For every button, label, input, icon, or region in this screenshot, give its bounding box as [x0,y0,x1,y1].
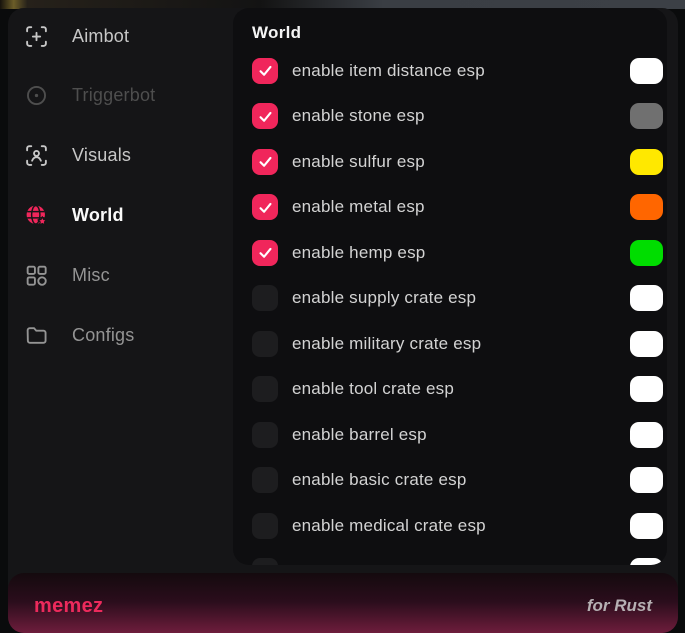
sidebar-item-label: Configs [72,325,134,346]
checkbox-label: enable stone esp [292,106,425,126]
setting-row: enable supply crate esp [252,276,663,322]
setting-row: enable basic crate esp [252,458,663,504]
brand-tagline: for Rust [587,596,652,616]
color-swatch[interactable] [630,103,663,129]
globe-pin-icon [24,203,49,228]
panel-title: World [252,20,663,48]
setting-row: enable item distance esp [252,48,663,94]
settings-panel: World enable item distance esp enable st… [233,8,667,565]
checkbox-label: enable tool crate esp [292,379,454,399]
folder-icon [24,323,49,348]
checkbox[interactable] [252,558,278,565]
checkbox[interactable] [252,376,278,402]
color-swatch[interactable] [630,240,663,266]
person-scan-icon [24,143,49,168]
checkbox-label: enable barrel esp [292,425,427,445]
color-swatch[interactable] [630,331,663,357]
checkbox[interactable] [252,58,278,84]
setting-row: enable sulfur esp [252,139,663,185]
brand-name: memez [34,595,103,618]
checkmark-icon [257,244,274,261]
checkbox-label: enable sulfur esp [292,152,425,172]
setting-row: enable hemp esp [252,230,663,276]
checkbox[interactable] [252,240,278,266]
sidebar-item-label: Triggerbot [72,85,155,106]
sidebar-item-misc[interactable]: Misc [8,255,233,295]
setting-row: enable barrel esp [252,412,663,458]
setting-row [252,549,663,566]
checkbox[interactable] [252,513,278,539]
sidebar-item-configs[interactable]: Configs [8,315,233,355]
sidebar-item-triggerbot[interactable]: Triggerbot [8,75,233,115]
sidebar-item-label: Misc [72,265,110,286]
checkbox[interactable] [252,103,278,129]
sidebar-item-label: Visuals [72,145,131,166]
target-circle-icon [24,83,49,108]
checkmark-icon [257,199,274,216]
checkbox[interactable] [252,285,278,311]
checkbox[interactable] [252,194,278,220]
sidebar-item-aimbot[interactable]: Aimbot [8,16,233,56]
color-swatch[interactable] [630,513,663,539]
setting-row: enable military crate esp [252,321,663,367]
checkbox[interactable] [252,467,278,493]
checkmark-icon [257,62,274,79]
checkmark-icon [257,108,274,125]
checkmark-icon [257,153,274,170]
sidebar-item-visuals[interactable]: Visuals [8,135,233,175]
color-swatch[interactable] [630,422,663,448]
color-swatch[interactable] [630,467,663,493]
sidebar-item-world[interactable]: World [8,195,233,235]
footer-bar: memez for Rust [8,573,678,633]
color-swatch[interactable] [630,376,663,402]
checkbox-label: enable metal esp [292,197,425,217]
settings-rows: enable item distance esp enable stone es… [252,48,663,565]
sidebar-item-label: Aimbot [72,26,129,47]
checkbox[interactable] [252,149,278,175]
color-swatch[interactable] [630,194,663,220]
setting-row: enable medical crate esp [252,503,663,549]
checkbox-label: enable basic crate esp [292,470,467,490]
grid-shapes-icon [24,263,49,288]
checkbox[interactable] [252,422,278,448]
checkbox-label: enable item distance esp [292,61,485,81]
checkbox-label: enable military crate esp [292,334,481,354]
checkbox-label: enable medical crate esp [292,516,486,536]
color-swatch[interactable] [630,558,663,565]
checkbox[interactable] [252,331,278,357]
crosshair-scan-icon [24,24,49,49]
color-swatch[interactable] [630,149,663,175]
setting-row: enable stone esp [252,94,663,140]
checkbox-label: enable hemp esp [292,243,425,263]
sidebar: Aimbot Triggerbot Visuals World Misc Con… [8,8,233,565]
setting-row: enable tool crate esp [252,367,663,413]
color-swatch[interactable] [630,58,663,84]
menu-window: Aimbot Triggerbot Visuals World Misc Con… [8,8,678,633]
setting-row: enable metal esp [252,185,663,231]
checkbox-label: enable supply crate esp [292,288,476,308]
color-swatch[interactable] [630,285,663,311]
sidebar-item-label: World [72,205,124,226]
